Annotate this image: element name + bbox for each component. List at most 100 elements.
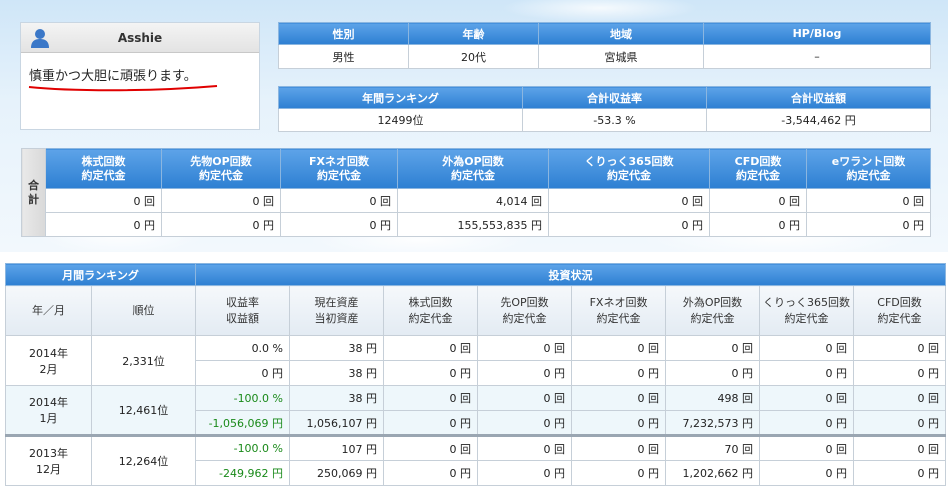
month-text: 1月: [39, 412, 58, 425]
header-rank: 順位: [90, 285, 197, 336]
totals-header-line2: 約定代金: [451, 168, 495, 182]
header-assets: 現在資産 当初資産: [289, 285, 385, 336]
cell-initial-assets: 250,069 円: [289, 460, 385, 486]
totals-header-line2: 約定代金: [199, 168, 243, 182]
cell-amount: 7,232,573 円: [665, 410, 761, 436]
profile-card: Asshie 慎重かつ大胆に頑張ります。: [20, 22, 260, 130]
totals-header-line1: eワラント回数: [831, 154, 906, 168]
totals-count-cell: 0 回: [548, 188, 710, 213]
cell-count: 0 回: [477, 385, 573, 411]
totals-header-line1: くりっく365回数: [584, 154, 674, 168]
totals-count-cell: 0 回: [806, 188, 931, 213]
cell-count: 0 回: [853, 335, 947, 361]
header-line2: 約定代金: [784, 311, 829, 325]
header-line1: CFD回数: [877, 295, 922, 309]
cell-return-rate: -100.0 %: [195, 434, 291, 461]
value-region: 宮城県: [538, 44, 704, 69]
header-line2: 約定代金: [596, 311, 641, 325]
profile-name: Asshie: [117, 31, 163, 45]
totals-amount-cell: 0 円: [280, 212, 398, 237]
totals-header-line2: 約定代金: [81, 168, 126, 182]
cell-count: 0 回: [571, 434, 667, 461]
cell-count: 0 回: [759, 434, 855, 461]
cell-current-assets: 38 円: [289, 335, 385, 361]
cell-year-month: 2013年 12月: [5, 434, 92, 486]
header-line1: 先OP回数: [500, 295, 549, 309]
cell-count: 0 回: [571, 385, 667, 411]
header-click365: くりっく365回数 約定代金: [759, 285, 855, 336]
cell-count: 0 回: [759, 335, 855, 361]
cell-return-rate: 0.0 %: [195, 335, 291, 361]
cell-amount: 0 円: [571, 360, 667, 386]
header-line2: 収益額: [226, 311, 260, 325]
cell-return-amount: -1,056,069 円: [195, 410, 291, 436]
totals-header-cfd: CFD回数 約定代金: [709, 148, 807, 189]
totals-header-click365: くりっく365回数 約定代金: [548, 148, 710, 189]
header-line1: 収益率: [226, 295, 260, 309]
totals-header-line1: CFD回数: [734, 154, 782, 168]
cell-count: 0 回: [477, 335, 573, 361]
totals-header-line2: 約定代金: [736, 168, 780, 182]
totals-amounts-row: 0 円 0 円 0 円 155,553,835 円 0 円 0 円 0 円: [22, 212, 931, 237]
profile-info-table: 性別 年齢 地域 HP/Blog 男性 20代 宮城県 –: [278, 22, 931, 69]
totals-header-line1: 外為OP回数: [442, 154, 504, 168]
cell-amount: 0 円: [477, 360, 573, 386]
cell-amount: 1,202,662 円: [665, 460, 761, 486]
totals-side-label: 合計: [21, 148, 46, 237]
header-cfd: CFD回数 約定代金: [853, 285, 947, 336]
cell-count: 0 回: [665, 335, 761, 361]
cell-amount: 0 円: [665, 360, 761, 386]
cell-amount: 0 円: [759, 360, 855, 386]
value-hp-blog: –: [703, 44, 931, 69]
header-line1: 株式回数: [408, 295, 453, 309]
profile-header: Asshie: [21, 23, 259, 53]
cell-count: 0 回: [383, 385, 479, 411]
totals-count-cell: 4,014 回: [397, 188, 549, 213]
cell-return-amount: 0 円: [195, 360, 291, 386]
year-text: 2014年: [29, 346, 68, 360]
cell-amount: 0 円: [759, 410, 855, 436]
value-total-return-rate: -53.3 %: [522, 108, 707, 132]
cell-rank: 2,331位: [90, 335, 197, 386]
cell-count: 0 回: [759, 385, 855, 411]
totals-amount-cell: 0 円: [806, 212, 931, 237]
totals-header-stock: 株式回数 約定代金: [45, 148, 162, 189]
cell-count: 70 回: [665, 434, 761, 461]
table-row: 2013年 12月 12,264位 -100.0 % 107 円 0 回 0 回 …: [5, 434, 947, 486]
header-total-return-rate: 合計収益率: [522, 86, 707, 109]
totals-counts-row: 0 回 0 回 0 回 4,014 回 0 回 0 回 0 回: [22, 188, 931, 213]
cell-amount: 0 円: [383, 410, 479, 436]
month-text: 12月: [36, 463, 61, 476]
cell-current-assets: 107 円: [289, 434, 385, 461]
totals-header-line1: FXネオ回数: [309, 154, 369, 168]
totals-header-fxneo: FXネオ回数 約定代金: [280, 148, 398, 189]
header-line1: 順位: [132, 303, 155, 317]
totals-amount-cell: 155,553,835 円: [397, 212, 549, 237]
totals-header-fxop: 外為OP回数 約定代金: [397, 148, 549, 189]
cell-count: 0 回: [477, 434, 573, 461]
header-year-month: 年／月: [5, 285, 92, 336]
header-line1: 年／月: [32, 303, 65, 317]
header-futures-op: 先OP回数 約定代金: [477, 285, 573, 336]
totals-count-cell: 0 回: [45, 188, 162, 213]
cell-initial-assets: 38 円: [289, 360, 385, 386]
year-text: 2014年: [29, 396, 68, 409]
header-total-return-amount: 合計収益額: [706, 86, 931, 109]
table-row: 2014年 2月 2,331位 0.0 % 38 円 0 回 0 回 0 回 0 …: [5, 335, 947, 386]
header-line2: 当初資産: [314, 311, 359, 325]
cell-year-month: 2014年 1月: [5, 385, 92, 436]
value-total-return-amount: -3,544,462 円: [706, 108, 931, 132]
header-age: 年齢: [408, 22, 539, 45]
header-fxop: 外為OP回数 約定代金: [665, 285, 761, 336]
header-stock: 株式回数 約定代金: [383, 285, 479, 336]
totals-amount-cell: 0 円: [709, 212, 807, 237]
table-row: 2014年 1月 12,461位 -100.0 % 38 円 0 回 0 回 0 …: [5, 385, 947, 436]
cell-amount: 0 円: [571, 410, 667, 436]
cell-amount: 0 円: [383, 460, 479, 486]
totals-amount-cell: 0 円: [45, 212, 162, 237]
cell-amount: 0 円: [571, 460, 667, 486]
cell-rank: 12,461位: [90, 385, 197, 436]
totals-header-ewarrant: eワラント回数 約定代金: [806, 148, 931, 189]
header-line1: FXネオ回数: [589, 295, 648, 309]
cell-count: 0 回: [853, 434, 947, 461]
